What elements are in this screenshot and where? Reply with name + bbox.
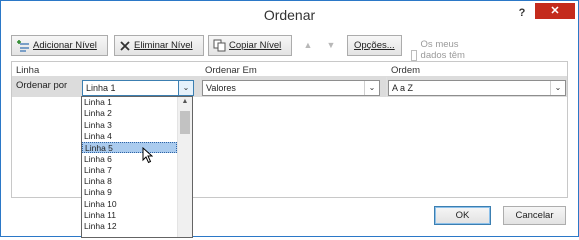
sort-on-select-value: Valores [206,83,236,93]
options-button[interactable]: Opções... [347,35,402,56]
list-item[interactable]: Linha 7 [82,165,177,176]
delete-level-label: Eliminar Nível [134,40,193,51]
order-select[interactable]: A a Z ⌄ [388,80,566,96]
add-level-button[interactable]: Adicionar Nível [11,35,108,56]
list-item[interactable]: Linha 12 [82,221,177,232]
move-down-button[interactable]: ▼ [322,36,340,55]
column-header: Linha [16,65,40,76]
sort-on-select[interactable]: Valores ⌄ [202,80,380,96]
sort-on-header: Ordenar Em [205,65,257,76]
title-bar: Ordenar ? ✕ [1,1,578,31]
list-item[interactable]: Linha 6 [82,154,177,165]
order-header: Ordem [391,65,421,76]
checkbox-box[interactable] [411,50,417,61]
close-button[interactable]: ✕ [535,3,575,19]
dialog-title: Ordenar [263,7,316,23]
chevron-down-icon[interactable]: ⌄ [178,81,193,95]
chevron-down-icon[interactable]: ⌄ [550,81,565,95]
column-divider [200,77,201,97]
column-dropdown-list[interactable]: Linha 1 Linha 2 Linha 3 Linha 4 Linha 5 … [81,96,193,238]
copy-icon [213,39,226,52]
chevron-down-icon[interactable]: ⌄ [364,81,379,95]
mouse-cursor-icon [142,147,153,164]
list-item[interactable]: Linha 1 [82,97,177,108]
copy-level-label: Copiar Nível [229,40,282,51]
column-select-value: Linha 1 [86,83,116,93]
help-button[interactable]: ? [516,7,528,21]
scroll-up-icon[interactable]: ▲ [178,98,192,110]
add-level-icon [17,39,29,52]
delete-icon [120,40,130,51]
list-item[interactable]: Linha 8 [82,176,177,187]
move-up-button[interactable]: ▲ [299,36,317,55]
delete-level-button[interactable]: Eliminar Nível [114,35,204,56]
list-scrollbar[interactable]: ▲ [177,97,192,237]
list-item[interactable]: Linha 3 [82,120,177,131]
list-item[interactable]: Linha 9 [82,187,177,198]
sort-dialog: Ordenar ? ✕ Adicionar Nível Eliminar Nív… [0,0,579,238]
sort-by-label: Ordenar por [16,80,68,91]
list-item-highlighted[interactable]: Linha 5 [82,142,177,154]
list-item[interactable]: Linha 10 [82,199,177,210]
copy-level-button[interactable]: Copiar Nível [208,35,292,56]
column-divider [386,77,387,97]
scrollbar-thumb[interactable] [180,111,190,134]
ok-button[interactable]: OK [434,206,491,225]
cancel-button[interactable]: Cancelar [503,206,566,225]
list-item[interactable]: Linha 2 [82,108,177,119]
add-level-label: Adicionar Nível [33,40,97,51]
list-item[interactable]: Linha 11 [82,210,177,221]
list-item[interactable]: Linha 4 [82,131,177,142]
order-select-value: A a Z [392,83,414,93]
column-select[interactable]: Linha 1 ⌄ [82,80,194,96]
options-label: Opções... [354,40,395,51]
